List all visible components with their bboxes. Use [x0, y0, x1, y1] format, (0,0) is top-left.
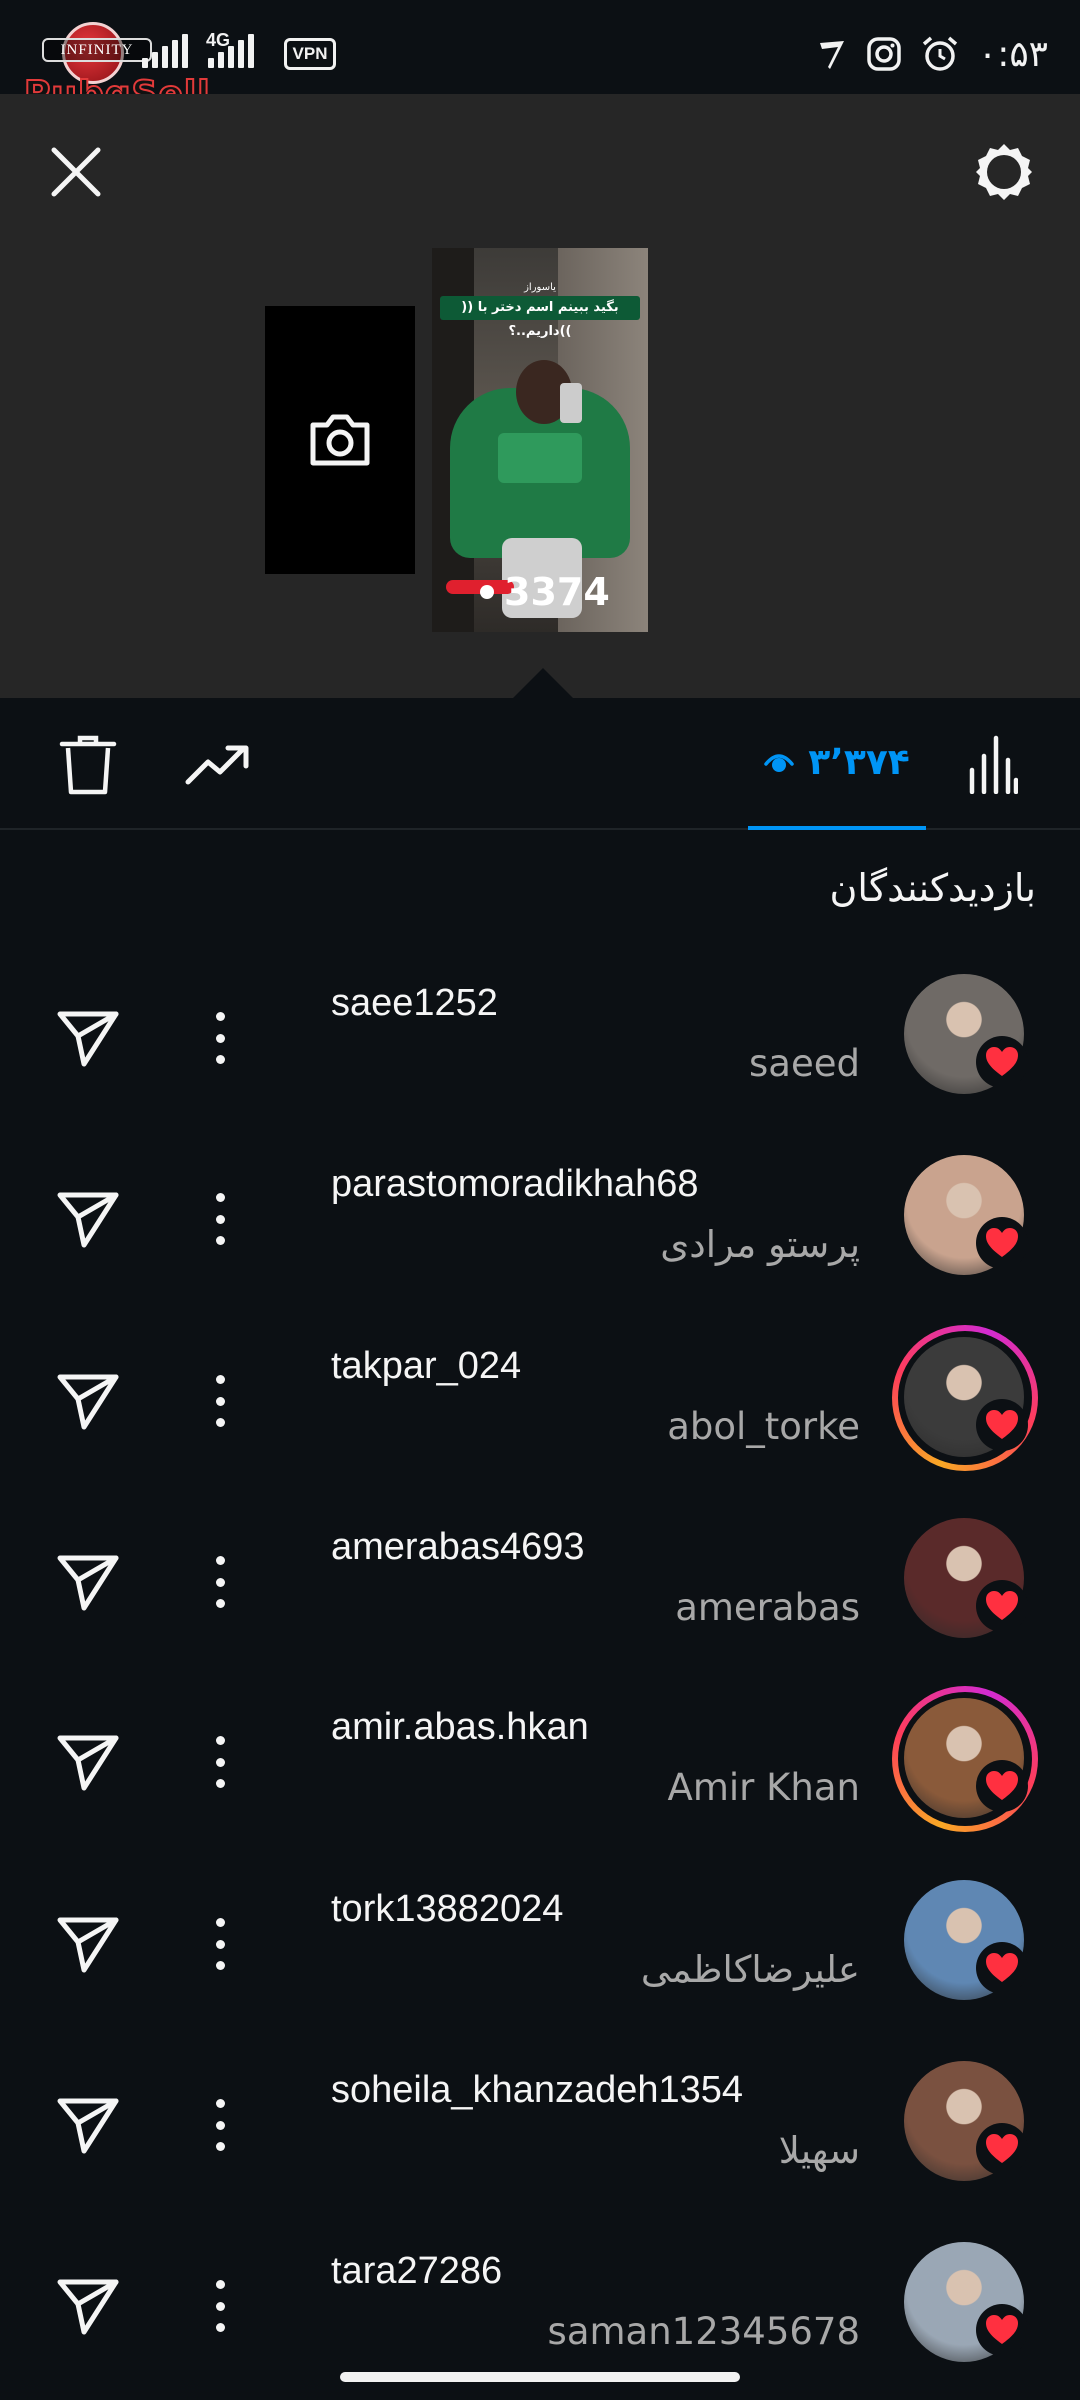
- trash-icon[interactable]: [58, 734, 118, 796]
- heart-icon: [986, 2134, 1018, 2163]
- story-preview-area: یاسوراز بگید ببینم اسم دختر با (( ))داری…: [0, 94, 1080, 698]
- viewer-full-name: abol_torke: [667, 1405, 860, 1448]
- send-message-icon[interactable]: [56, 1189, 120, 1249]
- viewer-username[interactable]: tara27286: [331, 2250, 502, 2293]
- viewer-row[interactable]: amerabas4693 amerabas: [0, 1506, 1080, 1688]
- app-notification-icon: [819, 41, 844, 69]
- watermark-brand: INFINITY: [42, 38, 152, 62]
- avatar-container[interactable]: [892, 2230, 1040, 2378]
- send-message-icon[interactable]: [56, 1371, 120, 1431]
- liked-heart: [976, 1036, 1028, 1088]
- story-view-count: 3374: [504, 570, 610, 614]
- view-dot-icon: [480, 585, 494, 599]
- insights-bar-chart-icon[interactable]: [966, 734, 1018, 794]
- heart-icon: [986, 1047, 1018, 1076]
- viewer-full-name: Amir Khan: [667, 1766, 860, 1809]
- send-message-icon[interactable]: [56, 1914, 120, 1974]
- close-icon[interactable]: [46, 142, 106, 202]
- avatar-container[interactable]: [892, 1686, 1040, 1834]
- avatar-container[interactable]: [892, 1868, 1040, 2016]
- more-options-icon[interactable]: [208, 1730, 232, 1794]
- liked-heart: [976, 2304, 1028, 2356]
- more-options-icon[interactable]: [208, 1006, 232, 1070]
- viewer-username[interactable]: tork13882024: [331, 1888, 563, 1931]
- more-options-icon[interactable]: [208, 1912, 232, 1976]
- viewer-username[interactable]: amerabas4693: [331, 1526, 585, 1569]
- camera-icon: [310, 414, 370, 466]
- story-toolbar: ۳٬۳۷۴: [0, 698, 1080, 830]
- liked-heart: [976, 1580, 1028, 1632]
- heart-icon: [986, 1591, 1018, 1620]
- more-options-icon[interactable]: [208, 1187, 232, 1251]
- liked-heart: [976, 2123, 1028, 2175]
- add-story-camera-tile[interactable]: [265, 306, 415, 574]
- avatar-container[interactable]: [892, 2049, 1040, 2197]
- promote-trend-icon[interactable]: [184, 738, 252, 790]
- heart-icon: [986, 1953, 1018, 1982]
- more-options-icon[interactable]: [208, 2274, 232, 2338]
- liked-heart: [976, 1217, 1028, 1269]
- avatar-container[interactable]: [892, 962, 1040, 1110]
- heart-icon: [986, 1771, 1018, 1800]
- viewer-full-name: پرستو مرادی: [660, 1223, 860, 1266]
- send-message-icon[interactable]: [56, 1732, 120, 1792]
- viewer-full-name: سهیلا: [778, 2129, 860, 2172]
- signal-strength-icon: [142, 34, 188, 68]
- story-caption: بگید ببینم اسم دختر با (( ))داریم..؟: [440, 296, 640, 339]
- send-message-icon[interactable]: [56, 1008, 120, 1068]
- avatar-container[interactable]: [892, 1143, 1040, 1291]
- viewer-row[interactable]: takpar_024 abol_torke: [0, 1325, 1080, 1507]
- viewer-row[interactable]: tork13882024 علیرضاکاظمی: [0, 1868, 1080, 2050]
- story-caption-top: یاسوراز: [524, 282, 556, 293]
- more-options-icon[interactable]: [208, 2093, 232, 2157]
- story-view-overlay: 3374: [480, 570, 610, 614]
- selected-story-pointer: [513, 668, 573, 698]
- viewer-row[interactable]: soheila_khanzadeh1354 سهیلا: [0, 2049, 1080, 2231]
- heart-icon: [986, 1228, 1018, 1257]
- avatar-container[interactable]: [892, 1506, 1040, 1654]
- viewer-username[interactable]: parastomoradikhah68: [331, 1163, 699, 1206]
- heart-icon: [986, 2315, 1018, 2344]
- signal-strength-2-icon: [208, 34, 254, 68]
- send-message-icon[interactable]: [56, 2095, 120, 2155]
- avatar-container[interactable]: [892, 1325, 1040, 1473]
- viewer-row[interactable]: amir.abas.hkan Amir Khan: [0, 1686, 1080, 1868]
- viewer-full-name: amerabas: [675, 1586, 860, 1629]
- viewers-count: ۳٬۳۷۴: [808, 741, 910, 783]
- send-message-icon[interactable]: [56, 2276, 120, 2336]
- heart-icon: [986, 1410, 1018, 1439]
- viewer-username[interactable]: amir.abas.hkan: [331, 1706, 589, 1749]
- status-bar: INFINITY PubgSell 4G VPN ۰:۵۳: [0, 0, 1080, 116]
- viewer-full-name: saman12345678: [547, 2310, 860, 2353]
- clock: ۰:۵۳: [977, 33, 1048, 75]
- liked-heart: [976, 1399, 1028, 1451]
- vpn-badge: VPN: [284, 38, 336, 70]
- viewer-username[interactable]: saee1252: [331, 982, 498, 1025]
- instagram-icon: [867, 37, 901, 71]
- viewer-row[interactable]: saee1252 saeed: [0, 962, 1080, 1144]
- home-indicator[interactable]: [340, 2372, 740, 2382]
- more-options-icon[interactable]: [208, 1550, 232, 1614]
- send-message-icon[interactable]: [56, 1552, 120, 1612]
- liked-heart: [976, 1760, 1028, 1812]
- tab-viewers[interactable]: ۳٬۳۷۴: [748, 698, 926, 830]
- more-options-icon[interactable]: [208, 1369, 232, 1433]
- viewer-full-name: saeed: [749, 1042, 860, 1085]
- liked-heart: [976, 1942, 1028, 1994]
- viewer-row[interactable]: parastomoradikhah68 پرستو مرادی: [0, 1143, 1080, 1325]
- viewers-section-title: بازدیدکنندگان: [829, 866, 1037, 910]
- viewer-username[interactable]: takpar_024: [331, 1345, 521, 1388]
- viewer-full-name: علیرضاکاظمی: [640, 1948, 860, 1991]
- viewer-username[interactable]: soheila_khanzadeh1354: [331, 2069, 743, 2112]
- eye-icon: [764, 754, 794, 772]
- alarm-icon: [922, 36, 957, 71]
- settings-gear-icon[interactable]: [972, 140, 1036, 204]
- story-thumbnail[interactable]: یاسوراز بگید ببینم اسم دختر با (( ))داری…: [432, 248, 648, 632]
